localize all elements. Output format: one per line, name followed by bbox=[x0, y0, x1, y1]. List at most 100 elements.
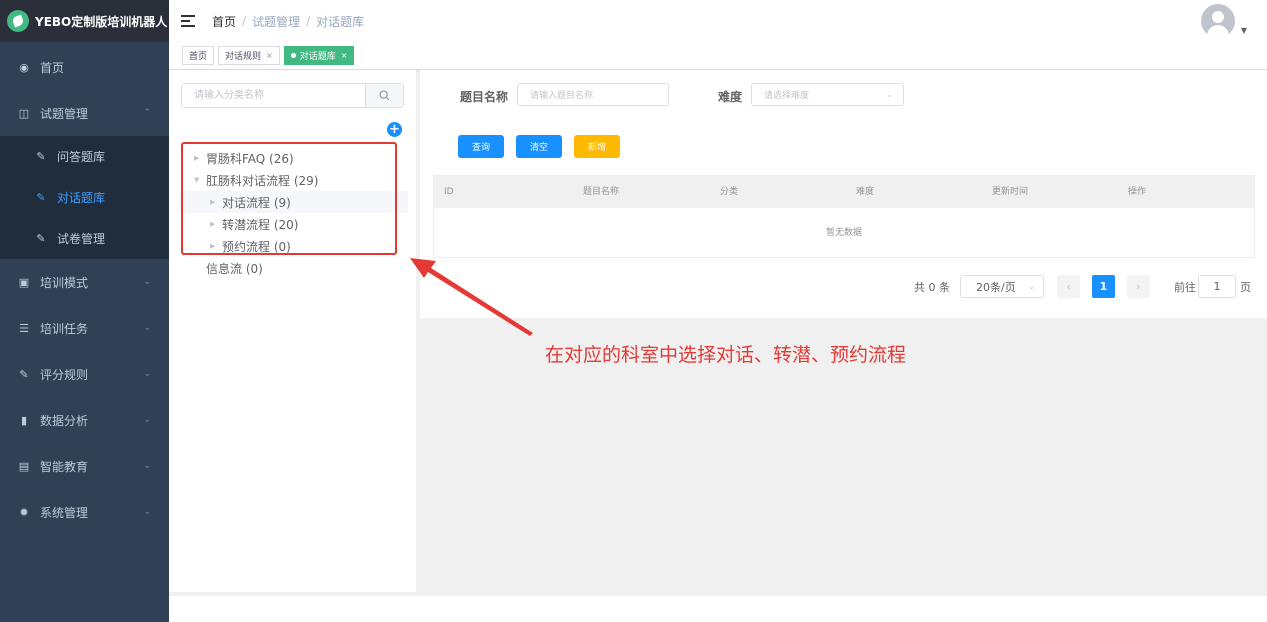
avatar[interactable] bbox=[1201, 4, 1235, 38]
breadcrumb-home[interactable]: 首页 bbox=[212, 13, 236, 30]
active-dot-icon bbox=[290, 53, 296, 58]
clear-button[interactable]: 清空 bbox=[516, 135, 562, 158]
difficulty-select[interactable]: 请选择难度 ⌄ bbox=[751, 83, 904, 106]
sidebar-item-training-task[interactable]: ☰ 培训任务 ⌄ bbox=[0, 305, 169, 351]
tag-label: 对话规则 bbox=[225, 52, 262, 62]
breadcrumb: 首页 / 试题管理 / 对话题库 bbox=[212, 13, 364, 30]
brand-title: YEBO定制版培训机器人 bbox=[35, 14, 168, 29]
dashboard-icon: ◉ bbox=[19, 60, 29, 74]
navbar: 首页 / 试题管理 / 对话题库 ▼ bbox=[169, 0, 1267, 42]
chevron-down-icon: ⌄ bbox=[143, 507, 151, 517]
brand[interactable]: YEBO定制版培训机器人 bbox=[0, 0, 169, 42]
sidebar-item-label: 智能教育 bbox=[40, 459, 89, 474]
pagination-total: 共 0 条 bbox=[914, 280, 950, 294]
question-list-panel: 题目名称 请输入题目名称 难度 请选择难度 ⌄ 查询 清空 新增 ID 题目名称… bbox=[420, 70, 1267, 318]
chevron-down-icon: ⌄ bbox=[143, 461, 151, 471]
sidebar-item-label: 问答题库 bbox=[57, 150, 106, 164]
sidebar-item-label: 数据分析 bbox=[40, 413, 89, 428]
edit-icon: ✎ bbox=[36, 232, 46, 245]
hamburger-icon[interactable] bbox=[181, 15, 195, 27]
chart-icon: ▮ bbox=[20, 413, 28, 427]
category-search bbox=[181, 83, 404, 108]
tag-dialog-rules[interactable]: 对话规则 × bbox=[218, 46, 280, 65]
difficulty-filter-label: 难度 bbox=[718, 90, 743, 104]
breadcrumb-separator: / bbox=[242, 14, 247, 28]
sidebar-item-label: 培训任务 bbox=[40, 321, 89, 336]
list-icon: ☰ bbox=[19, 321, 29, 335]
chevron-down-icon: ⌄ bbox=[143, 369, 151, 379]
column-header: 分类 bbox=[720, 187, 739, 197]
chevron-down-icon: ⌄ bbox=[143, 323, 151, 333]
leaf-logo-icon bbox=[7, 10, 29, 32]
add-category-icon[interactable]: + bbox=[387, 122, 402, 137]
name-filter-input[interactable]: 请输入题目名称 bbox=[517, 83, 669, 106]
column-header: 更新时间 bbox=[992, 187, 1029, 197]
tag-home[interactable]: 首页 bbox=[182, 46, 215, 65]
breadcrumb-question-mgmt[interactable]: 试题管理 bbox=[252, 13, 300, 30]
sidebar-item-label: 首页 bbox=[40, 60, 65, 75]
edit-icon: ✎ bbox=[19, 367, 29, 381]
tag-dialog-bank[interactable]: 对话题库 × bbox=[283, 46, 355, 65]
annotation-text: 在对应的科室中选择对话、转潜、预约流程 bbox=[545, 344, 907, 366]
sidebar-item-label: 对话题库 bbox=[57, 191, 106, 205]
footer-bar bbox=[169, 596, 1267, 622]
sidebar-item-data-analysis[interactable]: ▮ 数据分析 ⌄ bbox=[0, 397, 169, 443]
table-header: ID 题目名称 分类 难度 更新时间 操作 bbox=[434, 176, 1254, 208]
page-number-button[interactable]: 1 bbox=[1092, 275, 1115, 298]
edit-icon: ✎ bbox=[36, 150, 46, 163]
sidebar-item-question-mgmt[interactable]: ◫ 试题管理 ⌃ bbox=[0, 90, 169, 136]
sidebar-item-home[interactable]: ◉ 首页 bbox=[0, 44, 169, 90]
sidebar-item-label: 培训模式 bbox=[40, 275, 89, 290]
goto-label: 前往 bbox=[1174, 280, 1196, 294]
page-size-value: 20条/页 bbox=[976, 280, 1016, 294]
tags-view: 首页 对话规则 × 对话题库 × bbox=[169, 42, 1267, 70]
close-icon[interactable]: × bbox=[341, 51, 348, 60]
goto-page-input[interactable]: 1 bbox=[1198, 275, 1236, 298]
next-page-button[interactable]: › bbox=[1127, 275, 1150, 298]
sidebar: YEBO定制版培训机器人 ◉ 首页 ◫ 试题管理 ⌃ ✎ 问答题库 ✎ 对话题库… bbox=[0, 0, 169, 622]
category-search-input[interactable] bbox=[182, 84, 365, 107]
sidebar-item-label: 系统管理 bbox=[40, 505, 89, 520]
sidebar-item-system-mgmt[interactable]: ✹ 系统管理 ⌄ bbox=[0, 489, 169, 535]
sidebar-item-exam-mgmt[interactable]: ✎ 试卷管理 bbox=[0, 218, 169, 259]
tree-node[interactable]: ▶ 信息流 (0) bbox=[180, 257, 408, 279]
sidebar-item-label: 评分规则 bbox=[40, 367, 89, 382]
monitor-icon: ▣ bbox=[18, 275, 30, 289]
search-icon bbox=[379, 90, 390, 101]
page-unit-label: 页 bbox=[1240, 280, 1251, 294]
column-header: 难度 bbox=[856, 187, 875, 197]
column-header: 操作 bbox=[1128, 187, 1147, 197]
sidebar-item-dialog-bank[interactable]: ✎ 对话题库 bbox=[0, 177, 169, 218]
sidebar-item-label: 试题管理 bbox=[40, 106, 89, 121]
education-icon: ▤ bbox=[18, 459, 30, 473]
sidebar-item-training-mode[interactable]: ▣ 培训模式 ⌄ bbox=[0, 259, 169, 305]
caret-down-icon[interactable]: ▼ bbox=[1241, 26, 1247, 35]
search-button[interactable]: 查询 bbox=[458, 135, 504, 158]
question-table: ID 题目名称 分类 难度 更新时间 操作 暂无数据 bbox=[433, 175, 1255, 258]
chevron-down-icon: ⌄ bbox=[1028, 282, 1035, 291]
submenu-question-mgmt: ✎ 问答题库 ✎ 对话题库 ✎ 试卷管理 bbox=[0, 136, 169, 259]
tag-label: 对话题库 bbox=[299, 52, 336, 62]
sidebar-item-label: 试卷管理 bbox=[57, 232, 106, 246]
difficulty-select-placeholder: 请选择难度 bbox=[764, 91, 810, 101]
book-icon: ◫ bbox=[18, 106, 30, 120]
add-button[interactable]: 新增 bbox=[574, 135, 620, 158]
prev-page-button[interactable]: ‹ bbox=[1057, 275, 1080, 298]
sidebar-item-smart-education[interactable]: ▤ 智能教育 ⌄ bbox=[0, 443, 169, 489]
chevron-down-icon: ⌄ bbox=[886, 90, 893, 99]
chevron-up-icon: ⌃ bbox=[143, 108, 151, 118]
name-filter-label: 题目名称 bbox=[460, 90, 509, 104]
column-header: 题目名称 bbox=[583, 187, 620, 197]
table-empty-text: 暂无数据 bbox=[825, 228, 862, 238]
sidebar-item-scoring-rules[interactable]: ✎ 评分规则 ⌄ bbox=[0, 351, 169, 397]
gear-icon: ✹ bbox=[19, 505, 29, 519]
app-root: YEBO定制版培训机器人 ◉ 首页 ◫ 试题管理 ⌃ ✎ 问答题库 ✎ 对话题库… bbox=[0, 0, 1267, 622]
chevron-down-icon: ⌄ bbox=[143, 277, 151, 287]
breadcrumb-dialog-bank: 对话题库 bbox=[316, 14, 365, 29]
annotation-highlight-box bbox=[181, 142, 397, 255]
page-size-select[interactable]: 20条/页 ⌄ bbox=[960, 275, 1044, 298]
close-icon[interactable]: × bbox=[266, 51, 273, 60]
edit-icon: ✎ bbox=[36, 191, 46, 204]
sidebar-item-qa-bank[interactable]: ✎ 问答题库 bbox=[0, 136, 169, 177]
search-button[interactable] bbox=[365, 84, 403, 107]
